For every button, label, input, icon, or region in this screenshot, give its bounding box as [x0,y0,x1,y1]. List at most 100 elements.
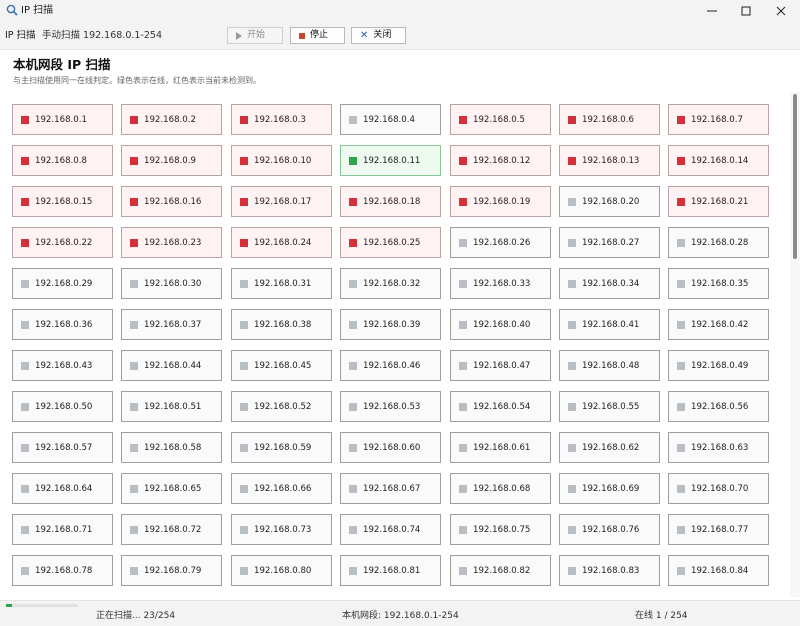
stop-button[interactable]: 停止 [290,27,345,44]
status-dot-icon [130,116,138,124]
title-bar[interactable]: IP 扫描 [0,0,800,22]
ip-cell[interactable]: 192.168.0.28 [668,227,769,258]
ip-cell[interactable]: 192.168.0.12 [450,145,551,176]
ip-cell[interactable]: 192.168.0.2 [121,104,222,135]
ip-cell[interactable]: 192.168.0.78 [12,555,113,586]
ip-cell[interactable]: 192.168.0.4 [340,104,441,135]
ip-cell[interactable]: 192.168.0.76 [559,514,660,545]
ip-cell[interactable]: 192.168.0.67 [340,473,441,504]
ip-cell[interactable]: 192.168.0.48 [559,350,660,381]
ip-cell[interactable]: 192.168.0.54 [450,391,551,422]
ip-grid: 192.168.0.1 192.168.0.2 192.168.0.3 192.168… [0,92,790,597]
ip-cell[interactable]: 192.168.0.45 [231,350,332,381]
ip-cell[interactable]: 192.168.0.25 [340,227,441,258]
ip-cell[interactable]: 192.168.0.5 [450,104,551,135]
ip-cell[interactable]: 192.168.0.64 [12,473,113,504]
ip-cell[interactable]: 192.168.0.58 [121,432,222,463]
ip-cell[interactable]: 192.168.0.31 [231,268,332,299]
ip-cell[interactable]: 192.168.0.41 [559,309,660,340]
ip-cell[interactable]: 192.168.0.69 [559,473,660,504]
ip-cell[interactable]: 192.168.0.56 [668,391,769,422]
ip-cell[interactable]: 192.168.0.49 [668,350,769,381]
ip-cell[interactable]: 192.168.0.33 [450,268,551,299]
ip-cell[interactable]: 192.168.0.80 [231,555,332,586]
status-dot-icon [349,157,357,165]
ip-cell[interactable]: 192.168.0.57 [12,432,113,463]
close-button[interactable]: ✕ 关闭 [351,27,406,44]
ip-cell[interactable]: 192.168.0.61 [450,432,551,463]
ip-cell[interactable]: 192.168.0.50 [12,391,113,422]
status-dot-icon [21,444,29,452]
ip-cell[interactable]: 192.168.0.22 [12,227,113,258]
ip-cell[interactable]: 192.168.0.71 [12,514,113,545]
ip-cell[interactable]: 192.168.0.82 [450,555,551,586]
ip-cell[interactable]: 192.168.0.8 [12,145,113,176]
ip-cell[interactable]: 192.168.0.10 [231,145,332,176]
ip-cell[interactable]: 192.168.0.37 [121,309,222,340]
ip-cell[interactable]: 192.168.0.17 [231,186,332,217]
ip-cell[interactable]: 192.168.0.6 [559,104,660,135]
ip-cell[interactable]: 192.168.0.43 [12,350,113,381]
ip-cell[interactable]: 192.168.0.36 [12,309,113,340]
ip-cell[interactable]: 192.168.0.77 [668,514,769,545]
ip-cell[interactable]: 192.168.0.14 [668,145,769,176]
ip-cell[interactable]: 192.168.0.20 [559,186,660,217]
ip-cell[interactable]: 192.168.0.34 [559,268,660,299]
ip-cell[interactable]: 192.168.0.26 [450,227,551,258]
ip-cell[interactable]: 192.168.0.66 [231,473,332,504]
ip-cell[interactable]: 192.168.0.52 [231,391,332,422]
scrollbar-thumb[interactable] [793,94,797,259]
ip-label: 192.168.0.49 [691,361,749,371]
ip-cell[interactable]: 192.168.0.24 [231,227,332,258]
ip-cell[interactable]: 192.168.0.9 [121,145,222,176]
vertical-scrollbar[interactable] [790,92,800,597]
ip-cell[interactable]: 192.168.0.13 [559,145,660,176]
ip-cell[interactable]: 192.168.0.73 [231,514,332,545]
ip-cell[interactable]: 192.168.0.70 [668,473,769,504]
ip-cell[interactable]: 192.168.0.75 [450,514,551,545]
ip-cell[interactable]: 192.168.0.7 [668,104,769,135]
ip-cell[interactable]: 192.168.0.11 [340,145,441,176]
ip-cell[interactable]: 192.168.0.27 [559,227,660,258]
ip-cell[interactable]: 192.168.0.1 [12,104,113,135]
ip-cell[interactable]: 192.168.0.63 [668,432,769,463]
minimize-button[interactable] [695,0,729,22]
ip-cell[interactable]: 192.168.0.51 [121,391,222,422]
ip-cell[interactable]: 192.168.0.3 [231,104,332,135]
ip-cell[interactable]: 192.168.0.72 [121,514,222,545]
ip-cell[interactable]: 192.168.0.30 [121,268,222,299]
maximize-button[interactable] [729,0,763,22]
ip-cell[interactable]: 192.168.0.39 [340,309,441,340]
ip-cell[interactable]: 192.168.0.16 [121,186,222,217]
ip-cell[interactable]: 192.168.0.29 [12,268,113,299]
ip-cell[interactable]: 192.168.0.65 [121,473,222,504]
ip-cell[interactable]: 192.168.0.62 [559,432,660,463]
ip-cell[interactable]: 192.168.0.44 [121,350,222,381]
ip-cell[interactable]: 192.168.0.42 [668,309,769,340]
ip-cell[interactable]: 192.168.0.74 [340,514,441,545]
ip-cell[interactable]: 192.168.0.53 [340,391,441,422]
ip-cell[interactable]: 192.168.0.40 [450,309,551,340]
ip-cell[interactable]: 192.168.0.55 [559,391,660,422]
ip-cell[interactable]: 192.168.0.38 [231,309,332,340]
ip-cell[interactable]: 192.168.0.35 [668,268,769,299]
ip-cell[interactable]: 192.168.0.47 [450,350,551,381]
ip-cell[interactable]: 192.168.0.79 [121,555,222,586]
ip-cell[interactable]: 192.168.0.21 [668,186,769,217]
ip-label: 192.168.0.7 [691,115,743,125]
ip-cell[interactable]: 192.168.0.18 [340,186,441,217]
ip-cell[interactable]: 192.168.0.59 [231,432,332,463]
ip-cell[interactable]: 192.168.0.83 [559,555,660,586]
status-dot-icon [568,116,576,124]
ip-cell[interactable]: 192.168.0.23 [121,227,222,258]
ip-cell[interactable]: 192.168.0.15 [12,186,113,217]
ip-cell[interactable]: 192.168.0.60 [340,432,441,463]
ip-cell[interactable]: 192.168.0.19 [450,186,551,217]
ip-cell[interactable]: 192.168.0.84 [668,555,769,586]
start-button[interactable]: 开始 [227,27,283,44]
ip-cell[interactable]: 192.168.0.81 [340,555,441,586]
ip-cell[interactable]: 192.168.0.68 [450,473,551,504]
ip-cell[interactable]: 192.168.0.32 [340,268,441,299]
ip-cell[interactable]: 192.168.0.46 [340,350,441,381]
close-window-button[interactable] [764,0,798,22]
